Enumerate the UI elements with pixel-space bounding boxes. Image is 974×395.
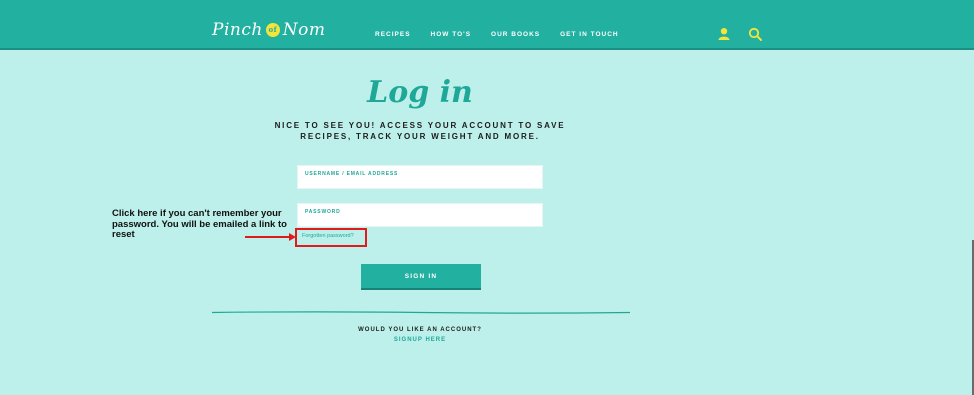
nav-how-tos[interactable]: HOW TO'S (431, 31, 471, 38)
nav-recipes[interactable]: RECIPES (375, 31, 411, 38)
username-input[interactable] (298, 166, 542, 188)
search-icon[interactable] (748, 27, 762, 41)
main-nav: RECIPES HOW TO'S OUR BOOKS GET IN TOUCH (375, 31, 619, 38)
page-title: Log in (367, 75, 473, 110)
account-question: WOULD YOU LIKE AN ACCOUNT? (358, 327, 482, 333)
annotation-arrow-icon (289, 232, 296, 241)
user-icon[interactable] (717, 27, 731, 41)
annotation-arrow-line (245, 236, 291, 238)
signup-link[interactable]: SIGNUP HERE (0, 337, 840, 343)
username-field[interactable]: USERNAME / EMAIL ADDRESS (297, 165, 543, 189)
logo-word-pinch: Pinch (212, 20, 263, 40)
page-subtitle: NICE TO SEE YOU! ACCESS YOUR ACCOUNT TO … (274, 121, 566, 141)
site-header: Pinch of Nom RECIPES HOW TO'S OUR BOOKS … (0, 0, 974, 50)
password-field[interactable]: PASSWORD (297, 203, 543, 227)
password-input[interactable] (298, 204, 542, 226)
logo-word-nom: Nom (282, 20, 326, 40)
nav-our-books[interactable]: OUR BOOKS (491, 31, 540, 38)
site-logo[interactable]: Pinch of Nom (212, 20, 326, 40)
wavy-divider (212, 311, 630, 314)
sign-in-button[interactable]: SIGN IN (361, 264, 481, 288)
annotation-highlight-box (295, 228, 367, 247)
nav-get-in-touch[interactable]: GET IN TOUCH (560, 31, 618, 38)
logo-heart-icon: of (265, 23, 280, 37)
